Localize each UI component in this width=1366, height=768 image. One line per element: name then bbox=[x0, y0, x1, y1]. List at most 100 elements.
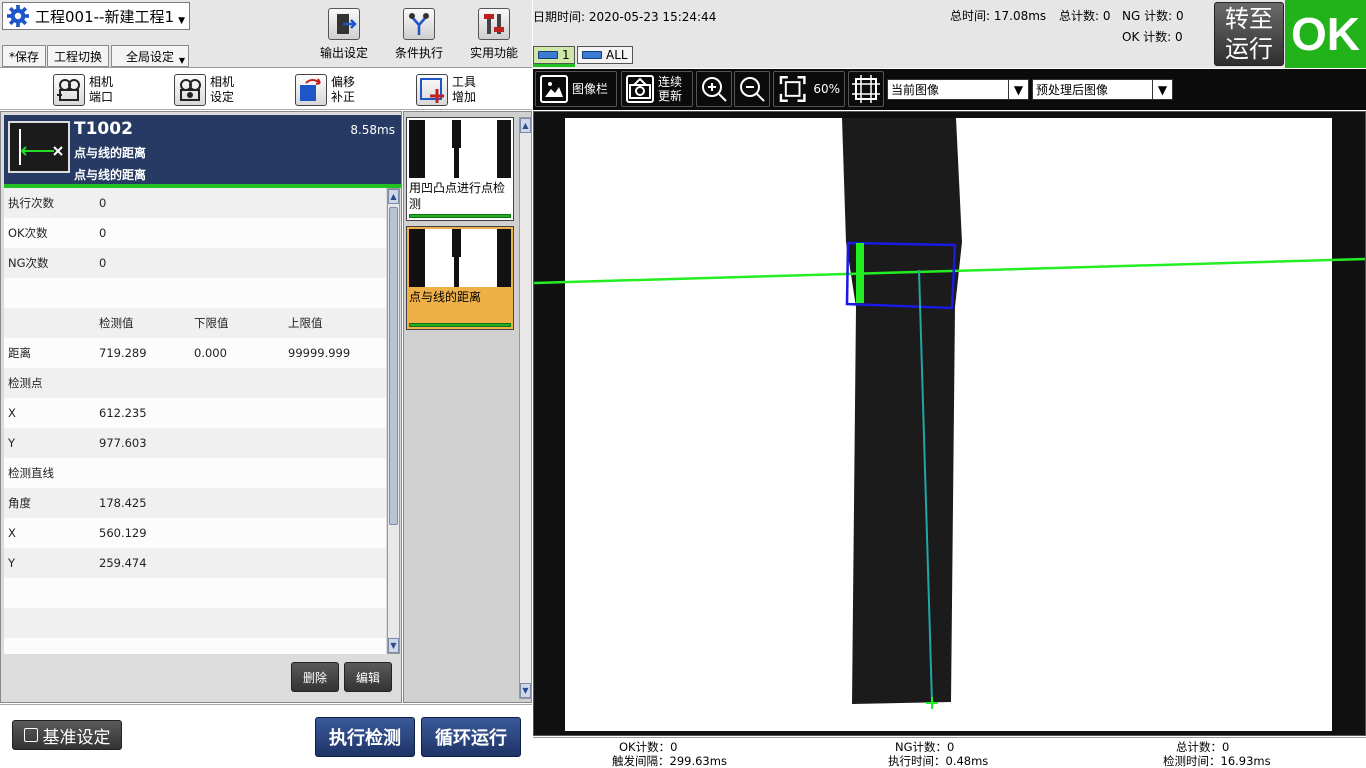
add-tool-icon bbox=[416, 74, 448, 106]
image-toolbar: 图像栏 连续 更新 60% 当前图像 ▼ 预处理后图像 ▼ bbox=[533, 69, 1366, 110]
layout-icon bbox=[852, 75, 880, 103]
scroll-thumb[interactable] bbox=[389, 207, 398, 525]
camera-tab-1[interactable]: 1 bbox=[533, 46, 575, 64]
flow-status-bar bbox=[409, 214, 511, 218]
layout-button[interactable] bbox=[848, 71, 884, 107]
conditional-exec-label: 条件执行 bbox=[394, 46, 443, 60]
global-settings-button[interactable]: 全局设定 ▼ bbox=[111, 45, 189, 67]
table-scrollbar[interactable]: ▲ ▼ bbox=[387, 188, 400, 654]
image-bar-button[interactable]: 图像栏 bbox=[535, 71, 617, 107]
scroll-down-icon[interactable]: ▼ bbox=[520, 683, 531, 698]
table-row[interactable]: Y 259.474 bbox=[4, 548, 386, 578]
table-cell: 0 bbox=[99, 196, 107, 210]
table-cell: 检测点 bbox=[8, 376, 43, 390]
delete-button[interactable]: 删除 bbox=[291, 662, 339, 692]
table-row[interactable]: 角度 178.425 bbox=[4, 488, 386, 518]
info-bar: 日期时间: 2020-05-23 15:24:44 总时间: 17.08ms 总… bbox=[533, 0, 1366, 68]
flow-scrollbar[interactable]: ▲ ▼ bbox=[519, 117, 532, 699]
fit-view-button[interactable]: 60% bbox=[773, 71, 845, 107]
switch-project-button[interactable]: 工程切换 bbox=[47, 45, 109, 67]
table-row[interactable] bbox=[4, 638, 386, 654]
scroll-down-icon[interactable]: ▼ bbox=[388, 638, 399, 653]
table-cell: 检测值 bbox=[99, 316, 134, 330]
continuous-label-1: 连续 bbox=[658, 75, 683, 89]
camera-settings-button[interactable]: 相机 设定 bbox=[174, 72, 234, 108]
chevron-down-icon: ▼ bbox=[178, 56, 185, 65]
table-cell: X bbox=[8, 406, 16, 420]
conditional-exec-button[interactable]: 条件执行 bbox=[381, 8, 457, 64]
table-row[interactable] bbox=[4, 578, 386, 608]
utilities-button[interactable]: 实用功能 bbox=[456, 8, 532, 64]
zoom-in-icon bbox=[702, 77, 727, 102]
zoom-in-button[interactable] bbox=[696, 71, 732, 107]
datetime: 日期时间: 2020-05-23 15:24:44 bbox=[533, 8, 716, 25]
action-bar: 基准设定 执行检测 循环运行 bbox=[0, 704, 532, 768]
tool-time: 8.58ms bbox=[350, 123, 395, 137]
tools-icon bbox=[478, 8, 510, 40]
flow-item[interactable]: 用凹凸点进行点检测 bbox=[406, 117, 514, 221]
table-row[interactable] bbox=[4, 278, 386, 308]
loop-label: 循环运行 bbox=[435, 728, 507, 749]
tool-header[interactable]: T1002 8.58ms 点与线的距离 点与线的距离 bbox=[4, 115, 401, 185]
table-cell: 角度 bbox=[8, 496, 31, 510]
save-button[interactable]: *保存 bbox=[2, 45, 46, 67]
loop-run-button[interactable]: 循环运行 bbox=[421, 717, 521, 757]
zoom-out-button[interactable] bbox=[734, 71, 770, 107]
table-cell: 0.000 bbox=[194, 346, 227, 360]
execute-label: 执行检测 bbox=[329, 728, 401, 749]
camera-tab-label: ALL bbox=[606, 48, 628, 62]
flow-status-bar bbox=[409, 323, 511, 327]
table-cell: 下限值 bbox=[194, 316, 229, 330]
tool-name: 点与线的距离 bbox=[74, 146, 147, 160]
continuous-update-button[interactable]: 连续 更新 bbox=[621, 71, 693, 107]
ok-count-value: 0 bbox=[1175, 30, 1183, 44]
scroll-up-icon[interactable]: ▲ bbox=[520, 118, 531, 133]
table-cell: OK次数 bbox=[8, 226, 48, 240]
output-settings-button[interactable]: 输出设定 bbox=[306, 8, 382, 64]
camera-port-button[interactable]: 相机 端口 bbox=[53, 72, 113, 108]
table-row[interactable] bbox=[4, 608, 386, 638]
flow-thumbnail bbox=[409, 120, 511, 178]
table-cell: 612.235 bbox=[99, 406, 147, 420]
chevron-down-icon: ▼ bbox=[1008, 80, 1028, 99]
table-cell: X bbox=[8, 526, 16, 540]
table-cell: 检测直线 bbox=[8, 466, 54, 480]
switch-run-label-2: 运行 bbox=[1225, 35, 1273, 63]
output-icon bbox=[328, 8, 360, 40]
table-row[interactable]: X 560.129 bbox=[4, 518, 386, 548]
offset-correction-button[interactable]: 偏移 补正 bbox=[295, 72, 355, 108]
switch-to-run-button[interactable]: 转至 运行 bbox=[1214, 2, 1284, 66]
table-cell: 执行次数 bbox=[8, 196, 54, 210]
table-row[interactable]: OK次数 0 bbox=[4, 218, 386, 248]
table-row[interactable]: 检测直线 bbox=[4, 458, 386, 488]
edit-button[interactable]: 编辑 bbox=[344, 662, 392, 692]
table-row[interactable]: 检测点 bbox=[4, 368, 386, 398]
table-cell: 719.289 bbox=[99, 346, 147, 360]
scroll-up-icon[interactable]: ▲ bbox=[388, 189, 399, 204]
project-bar: 工程001--新建工程1 ▼ *保存 工程切换 全局设定 ▼ 输出设定 条件执行 … bbox=[0, 0, 532, 68]
inspection-image[interactable] bbox=[534, 112, 1366, 736]
current-image-select[interactable]: 当前图像 ▼ bbox=[887, 79, 1029, 100]
execute-detection-button[interactable]: 执行检测 bbox=[315, 717, 415, 757]
camera-port-label-2: 端口 bbox=[89, 90, 114, 104]
baseline-settings-button[interactable]: 基准设定 bbox=[12, 720, 122, 750]
table-cell: 259.474 bbox=[99, 556, 147, 570]
project-title: 工程001--新建工程1 bbox=[35, 7, 174, 26]
table-cell: 977.603 bbox=[99, 436, 147, 450]
tool-id: T1002 bbox=[74, 119, 133, 139]
tool-detail-panel: T1002 8.58ms 点与线的距离 点与线的距离 执行次数 0 OK次数 0 NG次… bbox=[0, 111, 402, 703]
preprocessed-image-select[interactable]: 预处理后图像 ▼ bbox=[1032, 79, 1173, 100]
table-row[interactable]: 距离 719.289 0.000 99999.999 bbox=[4, 338, 386, 368]
switch-project-label: 工程切换 bbox=[53, 49, 102, 64]
flow-item-selected[interactable]: 点与线的距离 bbox=[406, 226, 514, 330]
table-row[interactable]: 检测值 下限值 上限值 bbox=[4, 308, 386, 338]
table-row[interactable]: X 612.235 bbox=[4, 398, 386, 428]
table-row[interactable]: NG次数 0 bbox=[4, 248, 386, 278]
table-row[interactable]: 执行次数 0 bbox=[4, 188, 386, 218]
image-viewer[interactable] bbox=[533, 111, 1366, 736]
table-row[interactable]: Y 977.603 bbox=[4, 428, 386, 458]
project-select[interactable]: 工程001--新建工程1 ▼ bbox=[2, 2, 190, 30]
table-cell: 上限值 bbox=[288, 316, 323, 330]
camera-tab-all[interactable]: ALL bbox=[577, 46, 633, 64]
add-tool-button[interactable]: 工具 增加 bbox=[416, 72, 476, 108]
